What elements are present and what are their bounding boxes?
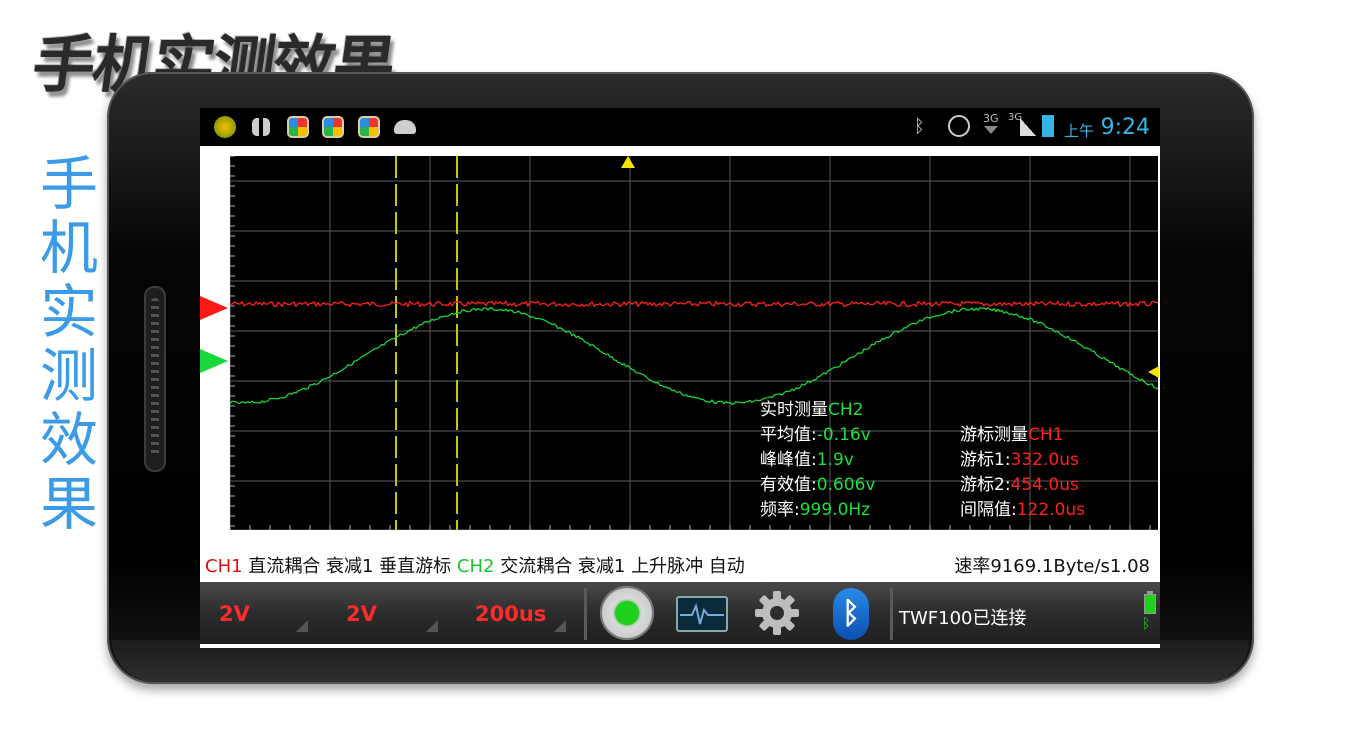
app-icon [358,116,380,138]
cursor1-label: 游标1: [960,450,1011,470]
interval-label: 间隔值: [960,500,1017,520]
freq-row: 频率:999.0Hz [760,498,875,523]
gear-glyph [755,591,799,635]
bottom-toolbar: 2V 2V 200us ᛒ TWF100已连接 ᛒ [200,582,1160,644]
peak-peak-row: 峰峰值:1.9v [760,448,875,473]
android-icon [394,120,416,134]
run-stop-button[interactable] [600,586,654,640]
toolbar-divider [584,588,587,640]
pp-value: 1.9v [816,450,854,470]
cursor2-value: 454.0us [1010,475,1079,495]
trigger-position-marker[interactable] [621,156,635,168]
channel-info-line: CH1 直流耦合 衰减1 垂直游标 CH2 交流耦合 衰减1 上升脉冲 自动 [205,552,745,578]
grid-icon [252,118,270,136]
avg-label: 平均值: [760,425,817,445]
cursor1-row: 游标1:332.0us [960,448,1085,473]
interval-value: 122.0us [1016,500,1086,520]
waveform-icon[interactable] [676,596,728,632]
alarm-icon [948,115,970,137]
dropdown-corner-icon [426,620,438,632]
dropdown-corner-icon [296,620,308,632]
avg-row: 平均值:-0.16v [760,423,875,448]
realtime-measure-panel: 实时测量CH2 平均值:-0.16v 峰峰值:1.9v 有效值:0.606v 频… [760,398,875,523]
cursor-channel: CH1 [1028,425,1064,445]
bluetooth-status-icon: ᛒ [1142,616,1151,632]
freq-value: 999.0Hz [799,500,871,520]
gear-icon[interactable] [752,588,802,638]
clock-time: 9:24 [1100,115,1150,140]
rms-row: 有效值:0.606v [760,473,875,498]
ch2-offset-marker[interactable] [200,349,228,373]
avg-value: -0.16v [816,425,871,445]
interval-row: 间隔值:122.0us [960,498,1085,523]
phone-speaker [144,286,166,472]
connection-status: TWF100已连接 [899,608,1027,629]
status-bar: ᛒ 3G 3G 上午 9:24 [200,108,1160,146]
ch2-settings: 交流耦合 衰减1 上升脉冲 自动 [494,556,745,577]
measure-title-label: 实时测量 [760,400,828,420]
measure-channel: CH2 [828,400,864,420]
cursor2-row: 游标2:454.0us [960,473,1085,498]
ch2-trace [230,307,1158,406]
clock-ampm: 上午 [1063,122,1094,140]
ch1-label: CH1 [205,556,243,577]
rms-label: 有效值: [760,475,817,495]
cursor-measure-panel: 游标测量CH1 游标1:332.0us 游标2:454.0us 间隔值:122.… [960,423,1085,523]
side-title: 手机实测效果 [39,150,98,538]
ch2-label: CH2 [456,556,495,577]
bluetooth-icon: ᛒ [914,116,925,137]
data-rate: 速率9169.1Byte/s1.08 [954,556,1150,577]
app-icon [214,116,236,138]
waveform-glyph [680,602,724,625]
trigger-level-marker[interactable] [1148,366,1159,378]
realtime-measure-title: 实时测量CH2 [760,398,875,423]
bluetooth-icon[interactable]: ᛒ [833,588,869,640]
app-icon [322,116,344,138]
ch1-volts-div-button[interactable]: 2V [219,602,250,626]
toolbar-divider [890,588,893,640]
cursor2-label: 游标2: [960,475,1011,495]
app-icon [287,116,309,138]
ch1-offset-marker[interactable] [200,296,228,320]
ch2-volts-div-button[interactable]: 2V [346,602,377,626]
signal-icon [1020,118,1036,136]
pp-label: 峰峰值: [760,450,817,470]
cursor-measure-title: 游标测量CH1 [960,423,1085,448]
cursor-title-label: 游标测量 [960,425,1028,445]
dropdown-corner-icon [554,620,566,632]
ch1-trace [230,300,1158,308]
network-3g-label: 3G [983,112,999,125]
signal-icon [984,126,998,134]
freq-label: 频率: [760,500,800,520]
battery-icon [1144,591,1156,614]
ch1-settings: 直流耦合 衰减1 垂直游标 [242,556,457,577]
timebase-button[interactable]: 200us [475,602,546,626]
battery-icon [1042,115,1054,137]
rms-value: 0.606v [816,475,876,495]
cursor1-value: 332.0us [1010,450,1079,470]
